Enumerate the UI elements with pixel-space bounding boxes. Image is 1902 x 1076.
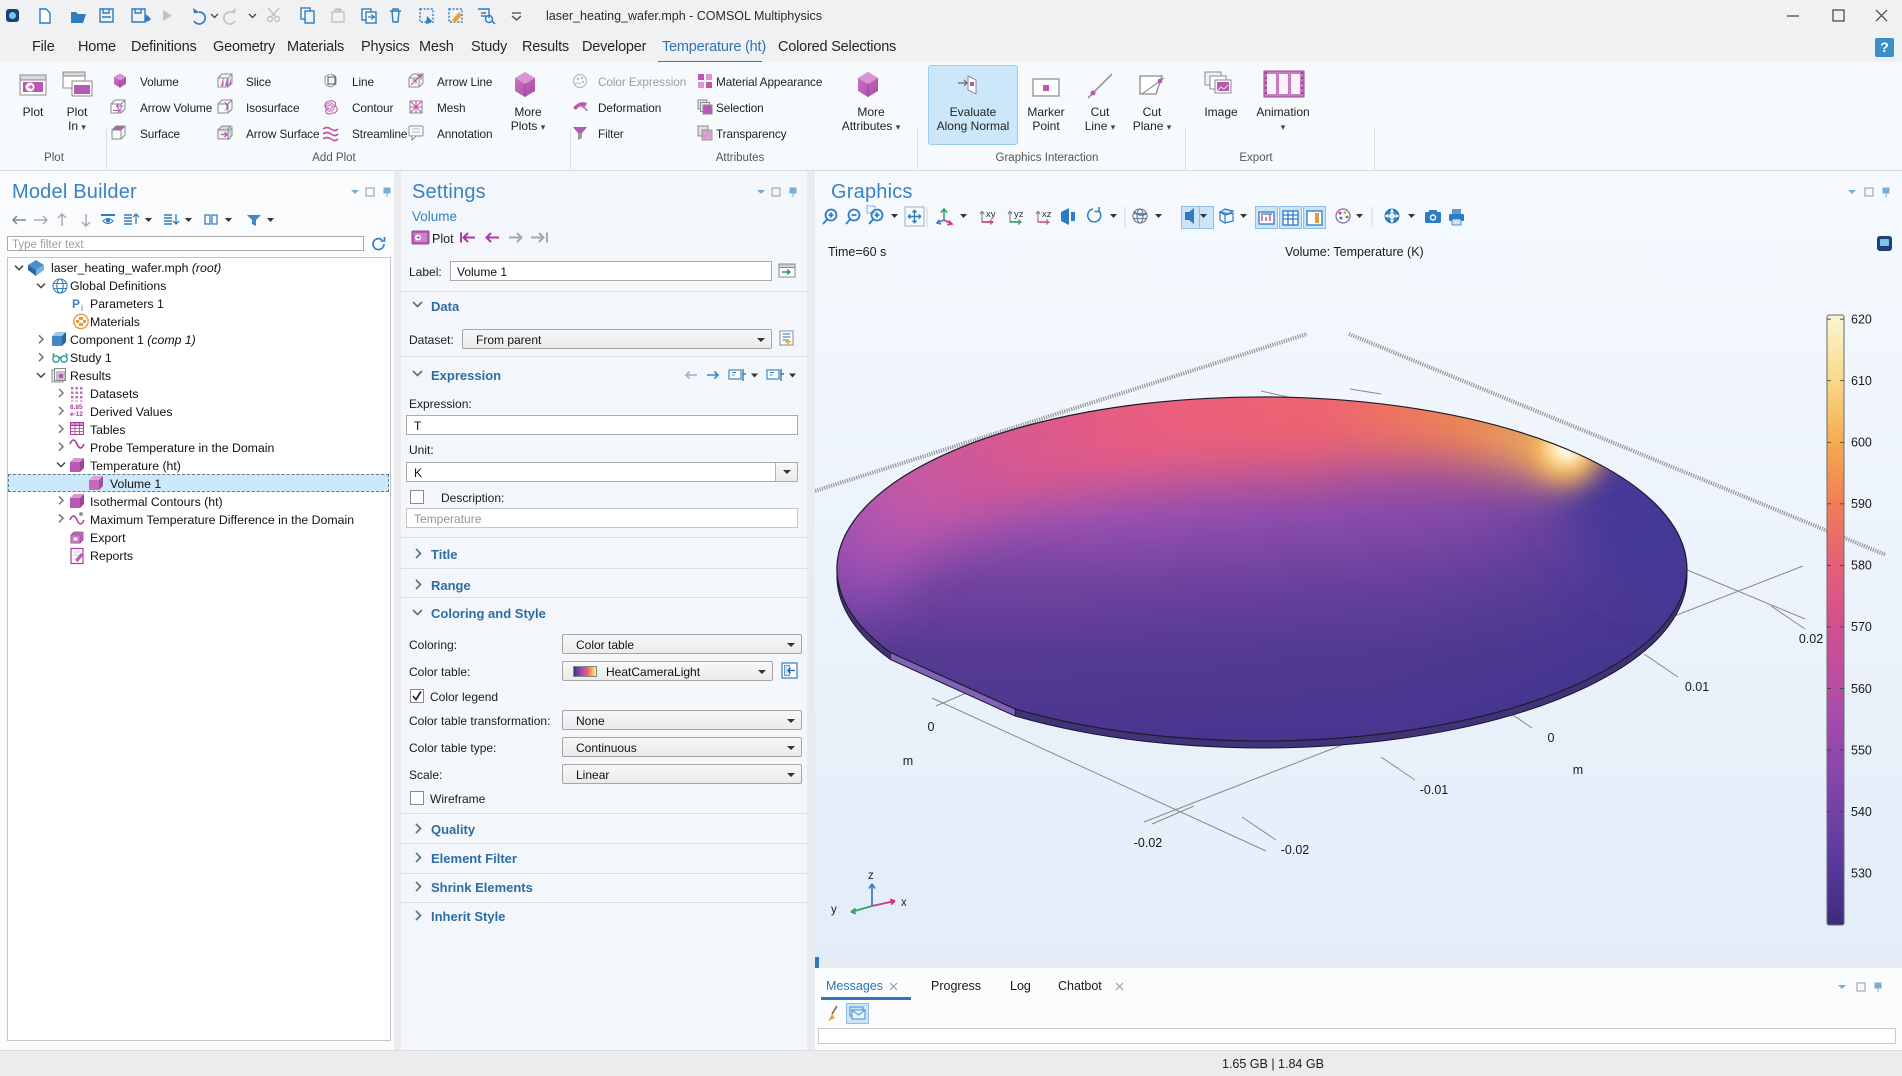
svg-text:530: 530	[1851, 867, 1872, 881]
svg-text:-0.02: -0.02	[1281, 843, 1310, 857]
svg-text:620: 620	[1851, 313, 1872, 327]
svg-text:580: 580	[1851, 559, 1872, 573]
svg-text:P: P	[72, 297, 80, 311]
svg-text:570: 570	[1851, 620, 1872, 634]
svg-text:z: z	[868, 870, 874, 882]
svg-text:0: 0	[1548, 731, 1555, 745]
svg-text:8.85: 8.85	[70, 404, 83, 411]
svg-text:-0.02: -0.02	[1134, 836, 1163, 850]
svg-text:i: i	[81, 303, 83, 313]
svg-text:-0.01: -0.01	[1420, 783, 1449, 797]
svg-text:e-12: e-12	[70, 411, 83, 418]
svg-text:550: 550	[1851, 744, 1872, 758]
svg-text:m: m	[903, 754, 913, 768]
svg-text:0: 0	[928, 720, 935, 734]
svg-text:0.01: 0.01	[1685, 680, 1709, 694]
svg-text:560: 560	[1851, 682, 1872, 696]
svg-text:600: 600	[1851, 436, 1872, 450]
svg-text:xy: xy	[986, 209, 996, 220]
svg-text:y: y	[831, 904, 837, 916]
svg-text:x: x	[901, 897, 907, 909]
svg-text:m: m	[1573, 763, 1583, 777]
svg-text:yz: yz	[1014, 209, 1024, 220]
svg-text:xz: xz	[1042, 209, 1052, 220]
svg-text:0.02: 0.02	[1799, 632, 1823, 646]
svg-text:540: 540	[1851, 805, 1872, 819]
svg-text:610: 610	[1851, 374, 1872, 388]
svg-text:590: 590	[1851, 497, 1872, 511]
